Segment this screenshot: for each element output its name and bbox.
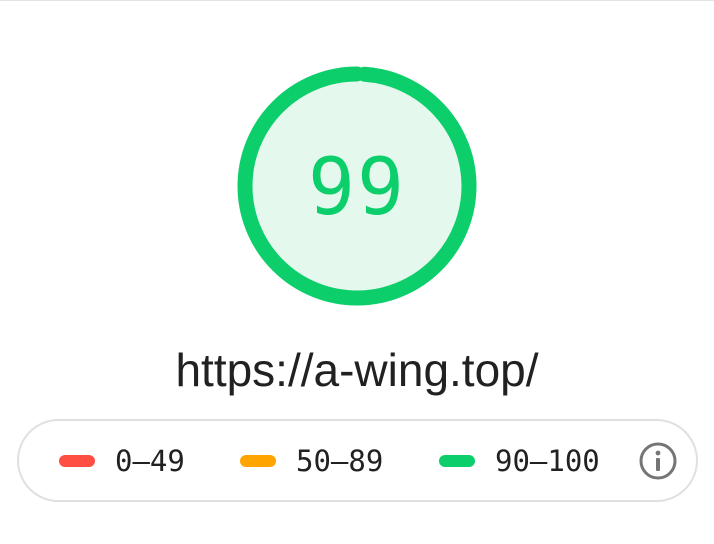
report-url: https://a-wing.top/ (175, 344, 539, 396)
score-legend: 0–49 50–89 90–100 (17, 419, 698, 502)
legend-label-pass: 90–100 (495, 443, 600, 478)
legend-item-fail: 0–49 (59, 421, 185, 500)
lighthouse-score-panel: 99 https://a-wing.top/ 0–49 50–89 90–100 (0, 0, 714, 544)
info-icon[interactable] (638, 441, 678, 481)
legend-item-pass: 90–100 (439, 421, 600, 500)
legend-swatch-average (240, 454, 276, 467)
legend-swatch-pass (439, 454, 475, 467)
score-gauge: 99 (237, 66, 477, 306)
legend-swatch-fail (59, 454, 95, 467)
legend-label-fail: 0–49 (115, 443, 185, 478)
legend-item-average: 50–89 (240, 421, 383, 500)
score-value: 99 (308, 143, 406, 233)
legend-label-average: 50–89 (296, 443, 384, 478)
